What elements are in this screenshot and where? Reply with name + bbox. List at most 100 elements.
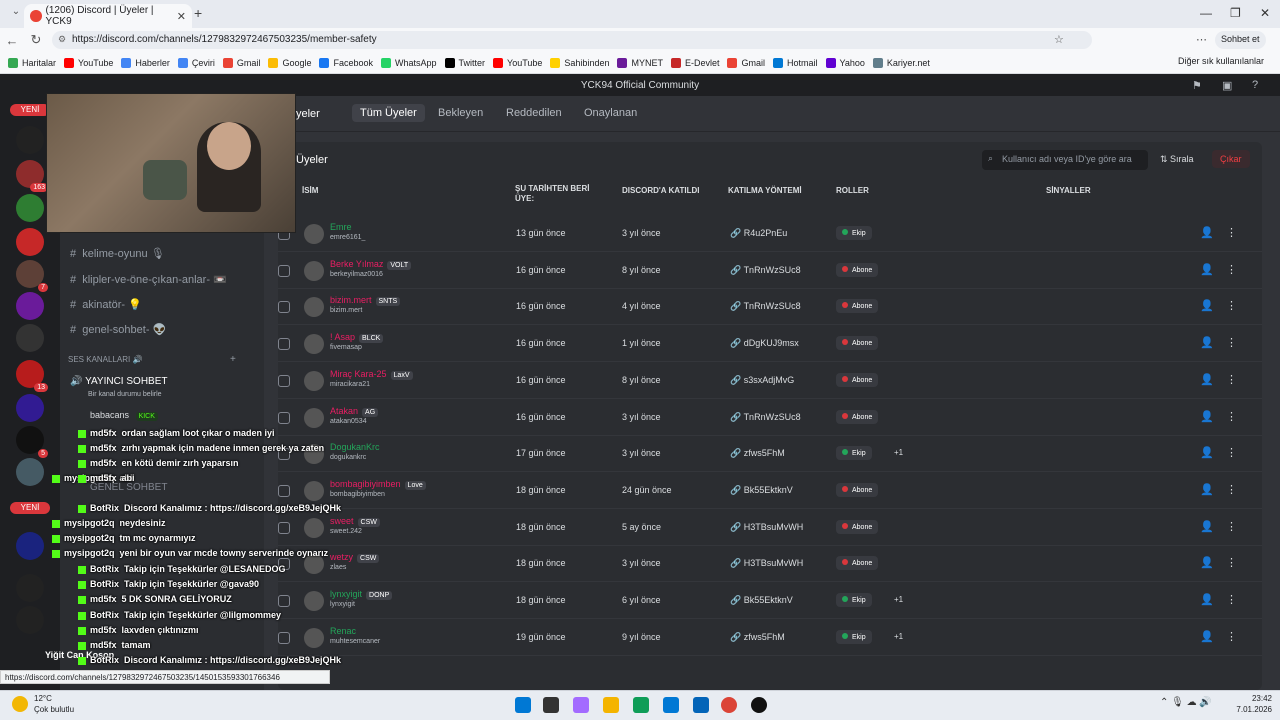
member-row[interactable]: bombagibiyimben Love bombagibiyimben 18 gün… (278, 473, 1262, 509)
voice-channel[interactable]: 🔊 YAYINCI SOHBET (70, 376, 167, 387)
bookmark-item[interactable]: Haberler (121, 57, 170, 68)
server-icon[interactable] (16, 194, 44, 222)
role-badge[interactable]: Abone (836, 336, 879, 351)
invite-code[interactable]: 🔗 TnRnWzSUc8 (730, 265, 801, 276)
more-options-icon[interactable]: ⋮ (1226, 226, 1237, 239)
invite-code[interactable]: 🔗 H3TBsuMvWH (730, 558, 803, 569)
other-bookmarks[interactable]: Diğer sık kullanılanlar (1178, 56, 1264, 66)
avatar[interactable] (304, 224, 324, 244)
server-icon[interactable]: 163 (16, 160, 48, 192)
member-display-name[interactable]: Renac (330, 626, 356, 636)
extra-roles[interactable]: +1 (894, 595, 903, 604)
server-icon[interactable] (16, 532, 44, 560)
bookmark-item[interactable]: Sahibinden (550, 57, 609, 68)
weather-icon[interactable] (12, 696, 28, 712)
member-display-name[interactable]: Atakan AG (330, 406, 379, 417)
avatar[interactable] (304, 591, 324, 611)
role-badge[interactable]: Abone (836, 262, 879, 277)
voice-status[interactable]: Bir kanal durumu belirle (88, 391, 162, 398)
member-profile-icon[interactable]: 👤 (1200, 446, 1214, 459)
bookmark-item[interactable]: Çeviri (177, 57, 215, 68)
header-joined[interactable]: DISCORD'A KATILDI (622, 186, 699, 195)
role-badge[interactable]: Ekip (836, 629, 872, 644)
role-badge[interactable]: Abone (836, 519, 879, 534)
reload-icon[interactable]: ↻ (24, 32, 48, 48)
avatar[interactable] (304, 334, 324, 355)
more-options-icon[interactable]: ⋮ (1226, 299, 1237, 312)
mute-icon[interactable] (16, 606, 44, 634)
member-profile-icon[interactable]: 👤 (1200, 630, 1214, 643)
role-badge[interactable]: Abone (836, 556, 879, 571)
server-icon[interactable] (16, 574, 44, 602)
member-display-name[interactable]: Berke Yılmaz VOLT (330, 259, 412, 270)
row-checkbox[interactable] (278, 631, 290, 644)
member-display-name[interactable]: wetzy CSW (330, 552, 380, 564)
invite-code[interactable]: 🔗 zfws5FhM (730, 632, 785, 643)
bookmark-item[interactable]: Hotmail (773, 57, 818, 68)
member-profile-icon[interactable]: 👤 (1200, 373, 1214, 386)
invite-code[interactable]: 🔗 zfws5FhM (730, 448, 785, 459)
row-checkbox[interactable] (278, 301, 290, 314)
window-icon[interactable]: ▣ (1222, 79, 1232, 92)
bookmark-item[interactable]: YouTube (493, 57, 542, 68)
role-badge[interactable]: Abone (836, 482, 879, 497)
server-icon[interactable]: 5 (16, 426, 48, 458)
taskbar-clock[interactable]: 23:42 7.01.2026 (1226, 693, 1272, 715)
invite-code[interactable]: 🔗 Bk55EktknV (730, 595, 793, 606)
file-explorer-icon[interactable] (603, 697, 619, 713)
member-profile-icon[interactable]: 👤 (1200, 336, 1214, 349)
avatar[interactable] (304, 627, 324, 648)
member-row[interactable]: wetzy CSW zlaes 18 gün önce 3 yıl önce 🔗 H3TB… (278, 546, 1262, 583)
bookmark-item[interactable]: Kariyer.net (872, 57, 930, 68)
member-row[interactable]: ! Asap BLCK fivemasap 16 gün önce 1 yıl önce… (278, 326, 1262, 363)
invite-code[interactable]: 🔗 H3TBsuMvWH (730, 522, 803, 533)
minimize-icon[interactable]: — (1200, 6, 1212, 20)
bookmark-item[interactable]: Yahoo (825, 57, 865, 68)
invite-code[interactable]: 🔗 s3sxAdjMvG (730, 375, 794, 386)
row-checkbox[interactable] (278, 595, 290, 607)
member-display-name[interactable]: bombagibiyimben Love (330, 479, 426, 490)
bookmark-item[interactable]: Haritalar (8, 57, 56, 68)
member-display-name[interactable]: Miraç Kara-25 LaxV (330, 369, 413, 380)
header-roles[interactable]: ROLLER (836, 186, 869, 195)
row-checkbox[interactable] (278, 411, 290, 424)
server-icon[interactable]: 7 (16, 260, 48, 292)
tab-all-members[interactable]: Tüm Üyeler (352, 104, 425, 122)
voice-user[interactable]: babacans KICK (90, 410, 158, 421)
member-row[interactable]: Emre emre6161_ 13 gün önce 3 yıl önce 🔗 R4u2… (278, 216, 1262, 252)
bookmark-item[interactable]: Twitter (444, 57, 485, 68)
more-options-icon[interactable]: ⋮ (1226, 373, 1237, 386)
member-display-name[interactable]: Emre (330, 222, 352, 232)
copilot-icon[interactable] (573, 697, 589, 713)
row-checkbox[interactable] (278, 484, 290, 497)
more-options-icon[interactable]: ⋮ (1226, 263, 1237, 276)
member-profile-icon[interactable]: 👤 (1200, 520, 1214, 533)
row-checkbox[interactable] (278, 338, 290, 351)
more-options-icon[interactable]: ⋮ (1226, 410, 1237, 423)
member-display-name[interactable]: bizim.mert SNTS (330, 295, 401, 307)
server-icon[interactable] (16, 394, 44, 422)
bookmark-item[interactable]: YouTube (64, 57, 113, 68)
bookmark-item[interactable]: WhatsApp (381, 57, 437, 68)
url-field[interactable]: ⚙ https://discord.com/channels/127983297… (52, 31, 1092, 49)
member-profile-icon[interactable]: 👤 (1200, 226, 1214, 239)
role-badge[interactable]: Abone (836, 409, 879, 424)
start-icon[interactable] (515, 697, 531, 713)
member-profile-icon[interactable]: 👤 (1200, 593, 1214, 606)
row-checkbox[interactable] (278, 374, 290, 387)
member-row[interactable]: sweet CSW sweet.242 18 gün önce 5 ay önce 🔗 H… (278, 510, 1262, 546)
bookmark-item[interactable]: E-Devlet (670, 57, 719, 68)
member-search-input[interactable]: ⌕ Kullanıcı adı veya ID'ye göre ara (982, 150, 1148, 170)
favorite-star-icon[interactable]: ☆ (1054, 33, 1064, 46)
more-options-icon[interactable]: ⋮ (1226, 556, 1237, 569)
member-display-name[interactable]: DogukanKrc (330, 442, 380, 452)
tray-icons[interactable]: ⌃ 🎙 ☁ 🔊 (1160, 697, 1212, 708)
help-icon[interactable]: ? (1252, 79, 1258, 91)
invite-code[interactable]: 🔗 TnRnWzSUc8 (730, 301, 801, 312)
member-display-name[interactable]: ! Asap BLCK (330, 332, 384, 344)
add-channel-icon[interactable]: + (230, 354, 236, 365)
member-row[interactable]: Renac muhtesemcaner 19 gün önce 9 yıl önce 🔗… (278, 620, 1262, 656)
role-badge[interactable]: Ekip (836, 226, 872, 240)
role-badge[interactable]: Ekip (836, 593, 872, 607)
more-options-icon[interactable]: ⋮ (1226, 593, 1237, 606)
